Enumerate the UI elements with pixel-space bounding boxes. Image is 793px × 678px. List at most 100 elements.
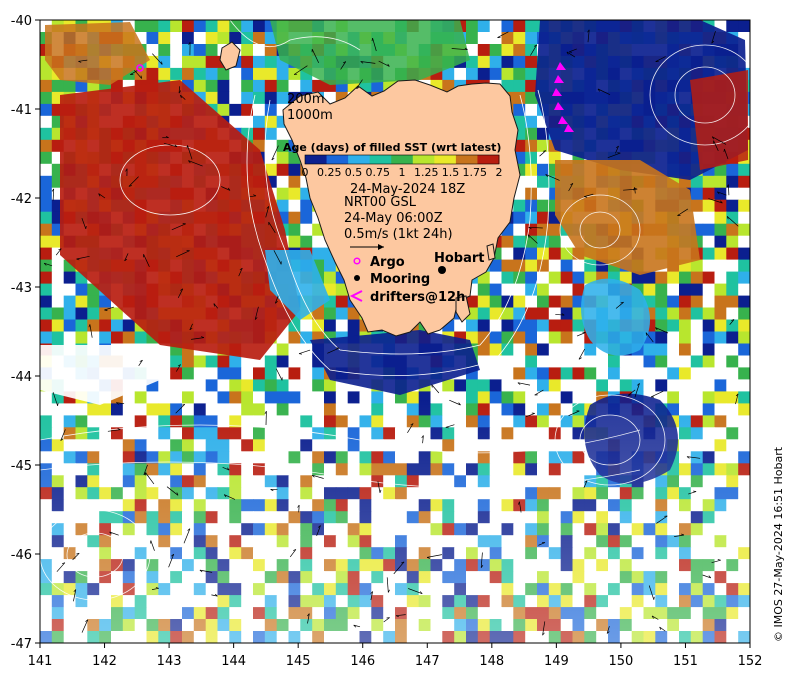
- sst-pixel: [489, 307, 503, 321]
- sst-pixel: [548, 319, 562, 333]
- sst-pixel: [714, 331, 727, 345]
- sst-pixel: [477, 379, 491, 392]
- velocity-arrow-head: [723, 148, 725, 153]
- sst-pixel: [726, 235, 739, 249]
- sst-pixel: [312, 247, 325, 261]
- sst-pixel: [679, 355, 692, 369]
- colorbar-segment: [477, 155, 500, 164]
- sst-pixel: [513, 235, 526, 249]
- sst-pixel: [738, 20, 750, 33]
- sst-pixel: [40, 295, 53, 309]
- sst-pixel: [501, 259, 514, 273]
- sst-pixel: [513, 79, 526, 93]
- sst-pixel: [702, 211, 716, 225]
- sst-pixel: [264, 127, 278, 141]
- x-tick-label: 144: [221, 654, 246, 669]
- sst-pixel: [241, 44, 254, 57]
- sst-pixel: [631, 355, 645, 369]
- sst-pixel: [229, 67, 242, 81]
- sst-pixel: [702, 259, 716, 273]
- hobart-mooring-marker: [438, 266, 446, 274]
- sst-pixel: [253, 367, 266, 380]
- sst-pixel: [560, 331, 574, 345]
- sst-pixel: [738, 199, 750, 213]
- velocity-arrow: [728, 184, 730, 196]
- sst-pixel: [300, 235, 313, 249]
- sst-pixel: [288, 199, 301, 213]
- sst-pixel: [170, 67, 183, 81]
- sst-pixel: [714, 259, 727, 273]
- sst-pixel: [738, 235, 750, 249]
- sst-pixel: [51, 307, 65, 321]
- sst-pixel: [714, 175, 727, 189]
- sst-pixel: [702, 343, 716, 357]
- y-tick-label: -43: [11, 281, 32, 296]
- sst-pixel: [205, 32, 219, 45]
- sst-pixel: [182, 355, 195, 369]
- y-tick-label: -47: [11, 637, 32, 652]
- sst-pixel: [702, 283, 716, 297]
- sst-pixel: [229, 103, 242, 117]
- plot-area: [40, 20, 750, 643]
- sst-pixel: [477, 331, 491, 345]
- sst-pixel: [667, 319, 680, 333]
- sst-pixel: [205, 79, 219, 93]
- sst-pixel: [205, 91, 219, 105]
- sst-pixel: [501, 247, 514, 261]
- sst-pixel: [40, 79, 53, 93]
- sst-pixel: [40, 91, 53, 105]
- colorbar-title: Age (days) of filled SST (wrt latest): [283, 141, 501, 154]
- sst-pixel: [690, 355, 704, 369]
- sst-pixel: [205, 355, 219, 369]
- sst-pixel: [525, 355, 538, 369]
- sst-pixel: [75, 319, 88, 333]
- sst-pixel: [300, 379, 313, 392]
- sst-pixel: [158, 355, 171, 369]
- sst-pixel: [702, 247, 716, 261]
- sst-pixel: [253, 79, 266, 93]
- sst-pixel: [264, 67, 278, 81]
- sst-pixel: [170, 379, 183, 392]
- sst-pixel: [253, 91, 266, 105]
- sst-pixel: [205, 67, 219, 81]
- sst-pixel: [572, 343, 585, 357]
- sst-pixel: [537, 235, 550, 249]
- sst-pixel: [702, 367, 716, 380]
- sst-pixel: [525, 32, 538, 45]
- sst-pixel: [264, 367, 278, 380]
- sst-pixel: [288, 355, 301, 369]
- sst-pixel: [537, 343, 550, 357]
- sst-pixel: [454, 319, 467, 333]
- sst-pixel: [63, 283, 77, 297]
- x-tick-label: 151: [673, 654, 698, 669]
- sst-pixel: [288, 367, 301, 380]
- sst-pixel: [501, 319, 514, 333]
- x-axis: 141 142 143 144 145 146 147 148 149 150 151 152: [28, 643, 762, 669]
- sst-pixel: [170, 355, 183, 369]
- sst-pixel: [690, 331, 704, 345]
- colorbar-tick-label: 0.75: [366, 166, 391, 179]
- sst-pixel: [513, 271, 526, 285]
- sst-pixel: [714, 295, 727, 309]
- sst-pixel: [537, 187, 550, 201]
- sst-pixel: [335, 295, 349, 309]
- sst-pixel: [702, 379, 716, 392]
- sst-pixel: [477, 319, 491, 333]
- sst-pixel: [726, 295, 739, 309]
- sst-pixel: [75, 283, 88, 297]
- sst-pixel: [738, 331, 750, 345]
- sst-pixel: [75, 331, 88, 345]
- sst-pixel: [679, 379, 692, 392]
- sst-pixel: [99, 319, 112, 333]
- sst-pixel: [572, 355, 585, 369]
- sst-pixel: [182, 44, 195, 57]
- sst-pixel: [548, 247, 562, 261]
- colorbar-tick-label: 1.25: [414, 166, 439, 179]
- sst-pixel: [63, 307, 77, 321]
- sst-pixel: [217, 32, 230, 45]
- y-axis: -40 -41 -42 -43 -44 -45 -46 -47: [11, 14, 40, 652]
- sst-pixel: [182, 67, 195, 81]
- sst-pixel: [40, 115, 53, 129]
- sst-pixel: [87, 295, 100, 309]
- sst-pixel: [264, 103, 278, 117]
